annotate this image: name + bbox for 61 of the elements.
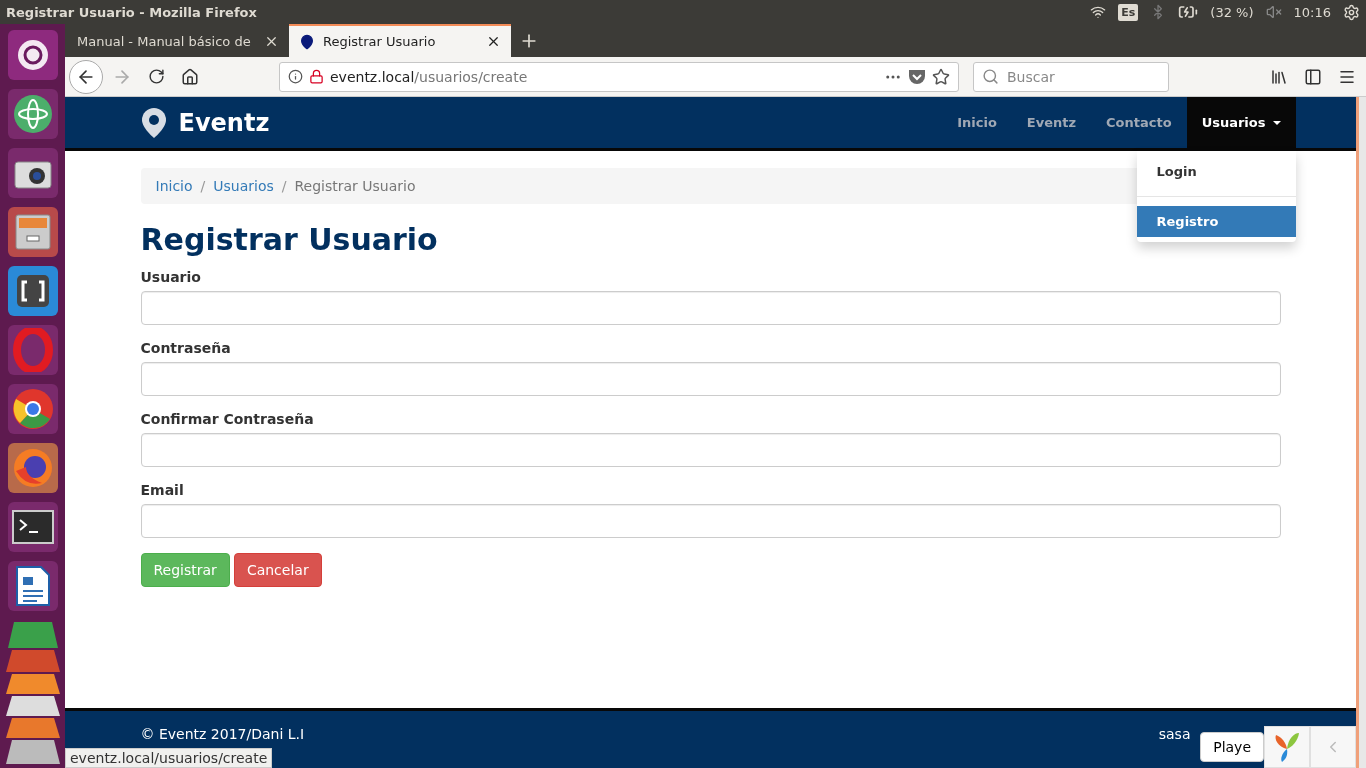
insecure-lock-icon[interactable] — [309, 69, 324, 84]
user-name: sasa — [1158, 727, 1191, 743]
browser-tab[interactable]: Manual - Manual básico de — [67, 24, 289, 57]
search-icon[interactable] — [982, 68, 999, 85]
file-cabinet-icon[interactable] — [7, 207, 58, 257]
nav-link[interactable]: Inicio — [942, 97, 1012, 148]
page-heading: Registrar Usuario — [140, 222, 438, 257]
menu-item[interactable]: Login — [1136, 156, 1296, 187]
shield-icon[interactable] — [908, 68, 926, 85]
debug-button[interactable]: Playe — [1200, 732, 1264, 762]
cancel-button[interactable]: Cancelar — [233, 553, 322, 587]
nav-link[interactable]: Contacto — [1091, 97, 1187, 148]
field-label: Email — [140, 482, 185, 498]
site-brand[interactable]: Eventz — [140, 97, 270, 148]
circle-logo-icon[interactable] — [7, 384, 58, 434]
home-icon[interactable] — [181, 67, 199, 86]
camera-icon[interactable] — [7, 148, 58, 198]
wifi-icon[interactable] — [1090, 4, 1107, 20]
settings-icon[interactable] — [1343, 3, 1360, 21]
search-input[interactable]: Buscar — [1005, 67, 1155, 86]
brand-name: Eventz — [178, 108, 270, 137]
separator: / — [280, 178, 288, 194]
nav-dropdown[interactable]: Usuarios — [1186, 97, 1296, 148]
close-icon[interactable] — [486, 34, 501, 49]
input-field[interactable] — [140, 362, 1281, 396]
reload-icon[interactable] — [147, 68, 165, 85]
breadcrumb-link[interactable]: Inicio — [155, 178, 193, 194]
nav-link[interactable]: Eventz — [1011, 97, 1092, 148]
info-icon[interactable] — [288, 69, 303, 84]
debug-logo-icon[interactable] — [1264, 726, 1310, 768]
input-field[interactable] — [140, 291, 1281, 325]
back-button[interactable] — [69, 59, 103, 94]
input-field[interactable] — [140, 433, 1281, 467]
current-page-label: Registrar Usuario — [294, 178, 416, 194]
volume-muted-icon[interactable] — [1265, 4, 1282, 20]
ring-icon[interactable] — [7, 325, 58, 375]
brackets-icon[interactable] — [7, 266, 58, 316]
address-bar[interactable]: eventz.local/usuarios/create — [279, 61, 959, 92]
separator: / — [199, 178, 207, 194]
field-label: Usuario — [140, 269, 202, 285]
search-field[interactable]: Buscar — [973, 61, 1169, 92]
scrollbar[interactable] — [1356, 97, 1366, 768]
battery-percentage: (32 %) — [1210, 4, 1254, 20]
document-icon[interactable] — [7, 561, 58, 611]
field-label: Contraseña — [140, 340, 232, 356]
star-icon[interactable] — [932, 67, 950, 86]
copyright-text: © Eventz 2017/Dani L.I — [140, 727, 305, 743]
input-field[interactable] — [140, 504, 1281, 538]
browser-tab[interactable]: Registrar Usuario — [289, 24, 511, 57]
atom-icon[interactable] — [7, 89, 58, 139]
clock[interactable]: 10:16 — [1293, 4, 1331, 20]
breadcrumb-link[interactable]: Usuarios — [213, 178, 274, 194]
keyboard-layout-indicator[interactable]: Es — [1118, 3, 1139, 21]
terminal-icon[interactable] — [7, 502, 58, 552]
status-link-tooltip: eventz.local/usuarios/create — [65, 748, 273, 768]
menu-item[interactable]: Registro — [1136, 206, 1296, 237]
window-title: Registrar Usuario - Mozilla Firefox — [6, 4, 258, 20]
close-icon[interactable] — [264, 34, 279, 49]
field-label: Confirmar Contraseña — [140, 411, 315, 427]
map-pin-icon — [140, 106, 167, 139]
pin-icon — [299, 33, 315, 50]
